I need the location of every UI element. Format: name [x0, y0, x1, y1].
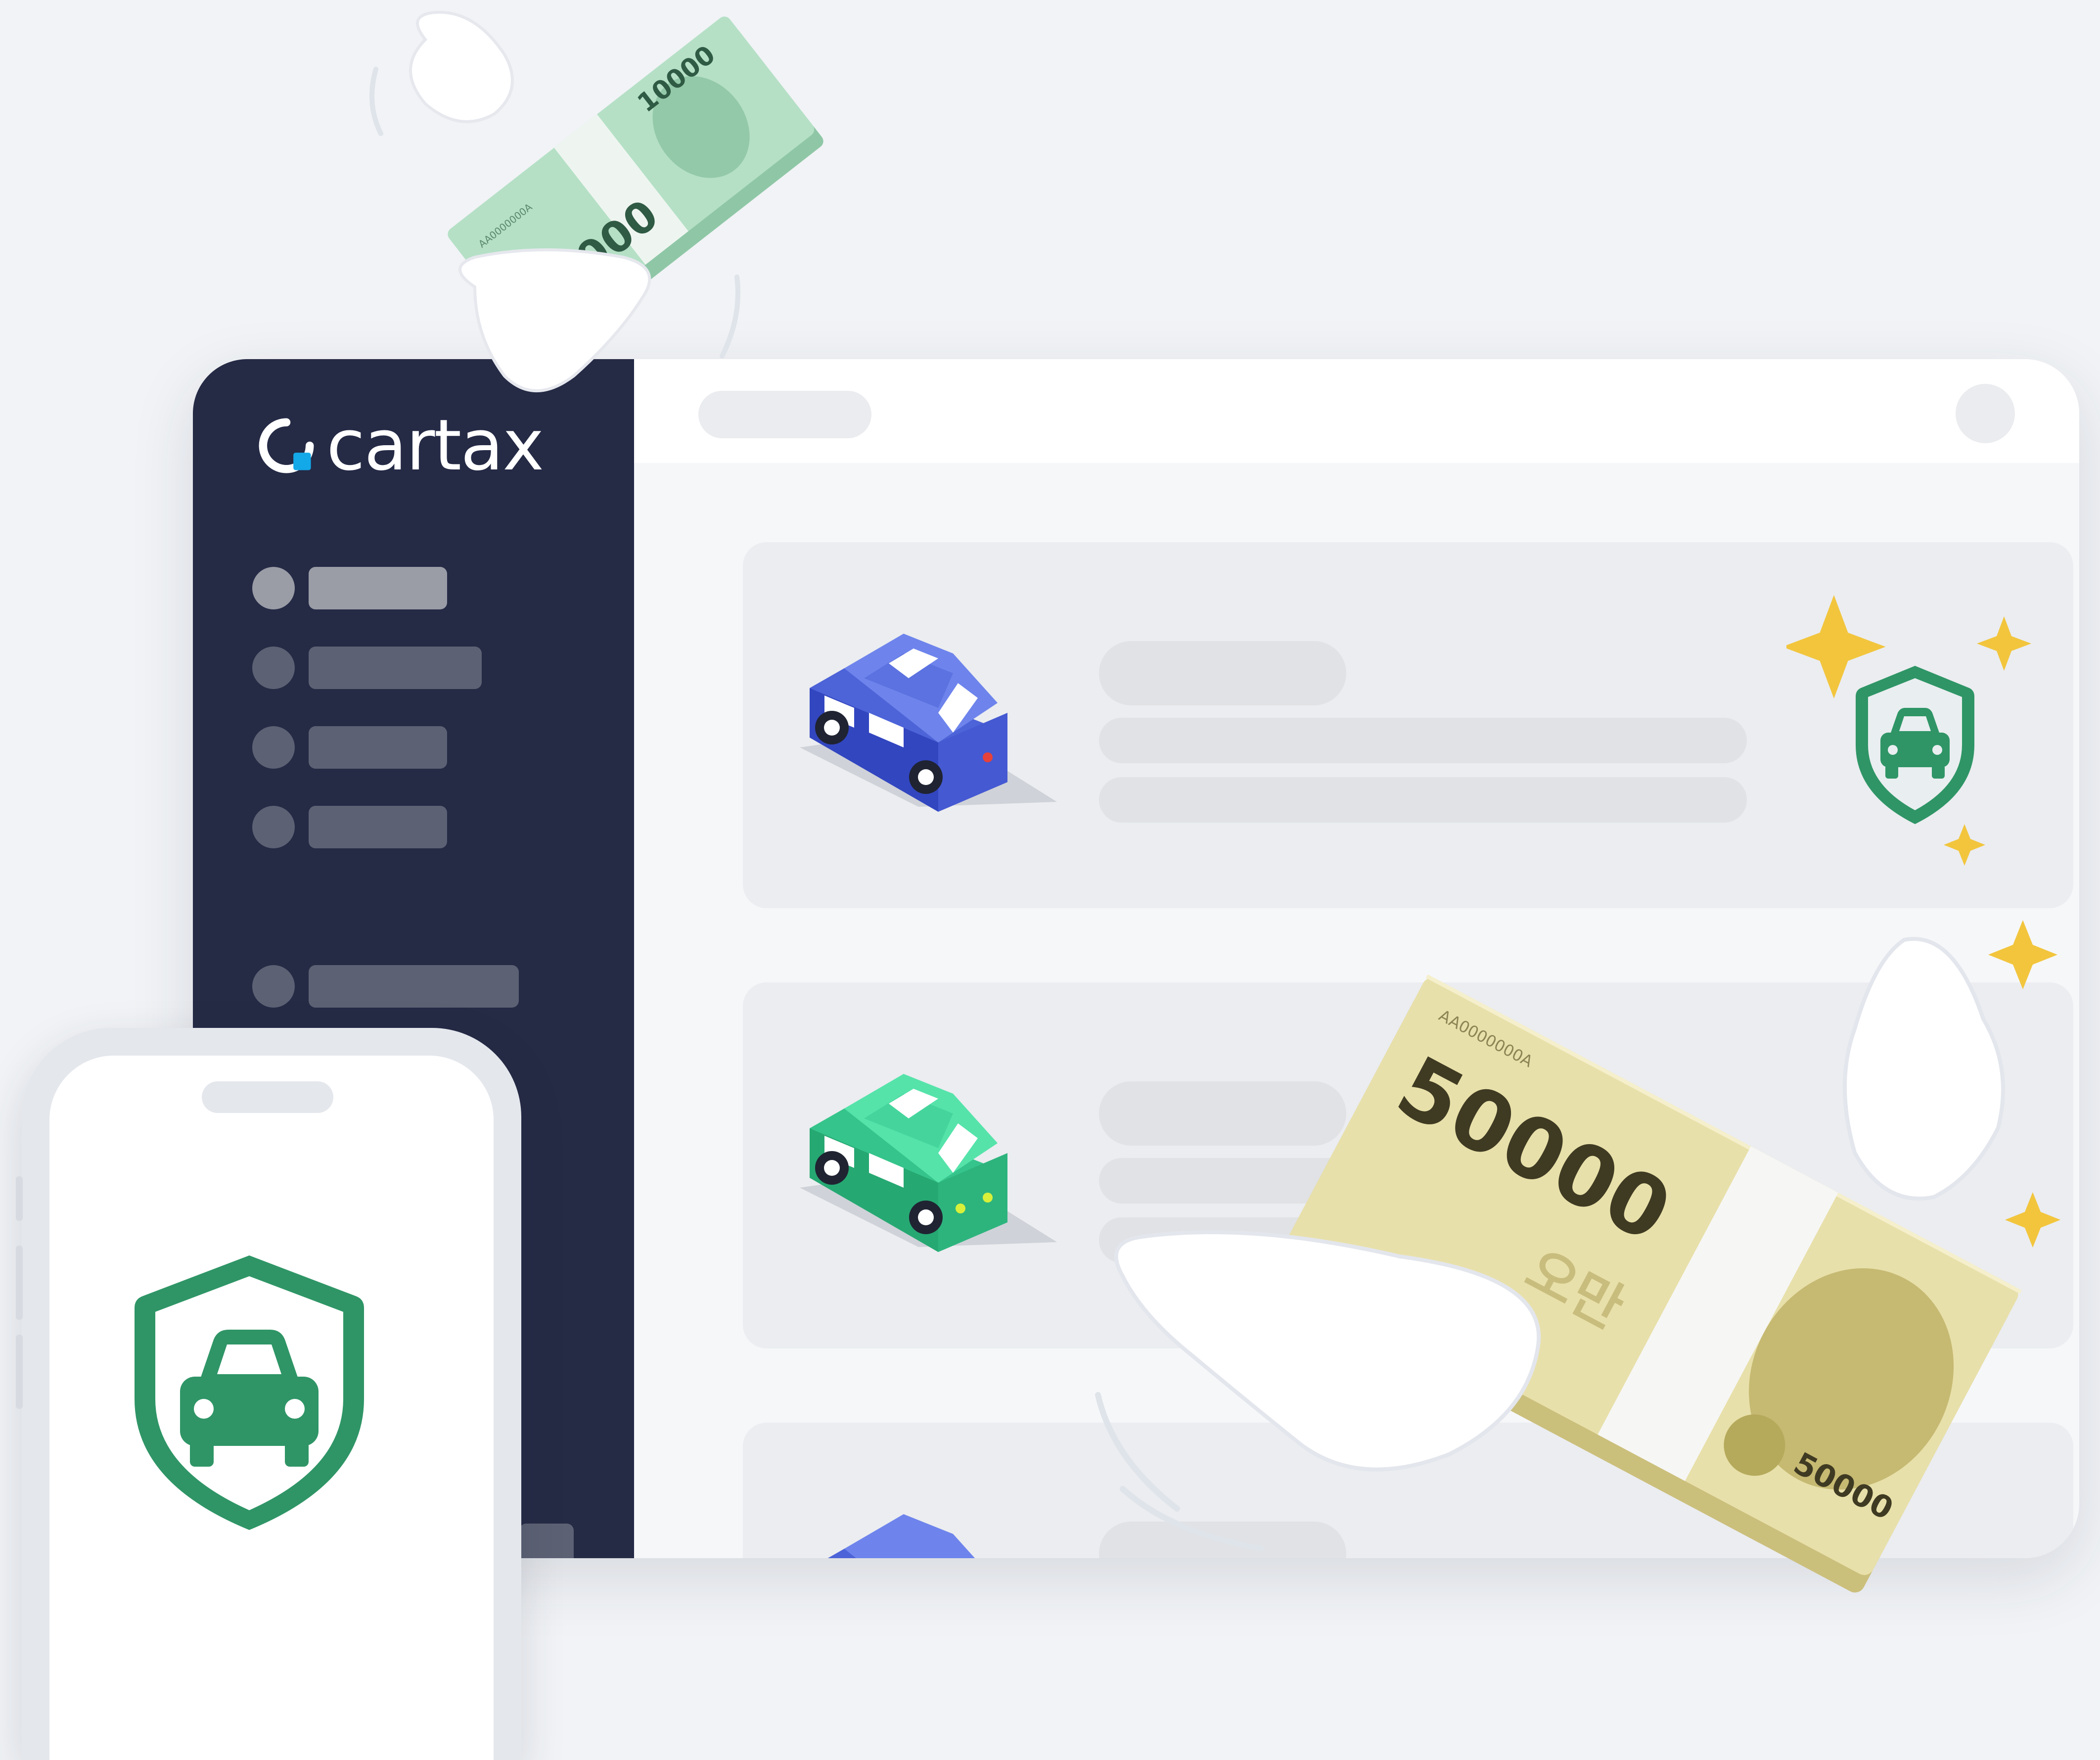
car-icon: [800, 634, 1057, 812]
car-shield-icon[interactable]: [131, 1251, 368, 1532]
menu-dot-icon: [252, 567, 295, 609]
car-icon: [800, 1074, 1057, 1252]
sidebar-item-5[interactable]: [252, 965, 519, 1008]
sidebar-item-2[interactable]: [252, 647, 482, 689]
car-icon: [827, 1514, 975, 1558]
car-shield-icon: [1786, 595, 2031, 866]
flying-banknote-50000: 50000 오만 50000 AA0000000A: [1095, 920, 2060, 1593]
phone-side-button: [16, 1176, 23, 1221]
sidebar-item-3[interactable]: [252, 726, 447, 769]
sidebar-item-label-placeholder: [309, 806, 447, 848]
card-title-placeholder: [1099, 641, 1346, 705]
cartax-logo-icon: [259, 418, 314, 473]
phone-mockup: [16, 1028, 521, 1760]
card-line-placeholder: [1099, 718, 1747, 763]
avatar[interactable]: [1956, 384, 2015, 443]
menu-dot-icon: [252, 647, 295, 689]
sidebar-item-label-placeholder: [309, 965, 519, 1008]
menu-dot-icon: [252, 965, 295, 1008]
sidebar-item-4[interactable]: [252, 806, 447, 848]
flying-banknote-10000: 10000 10000 AA0000000A: [369, 10, 823, 392]
phone-notch: [202, 1081, 333, 1113]
menu-dot-icon: [252, 806, 295, 848]
phone-side-button: [16, 1335, 23, 1409]
sidebar-item-1[interactable]: [252, 567, 447, 609]
brand-name: cartax: [326, 405, 544, 486]
sidebar-item-label-placeholder: [309, 726, 447, 769]
brand-logo[interactable]: cartax: [257, 405, 544, 486]
card-line-placeholder: [1099, 777, 1747, 823]
sidebar-footer-placeholder: [519, 1524, 574, 1558]
sidebar-item-label-placeholder: [309, 567, 447, 609]
vehicle-card-1[interactable]: [743, 542, 2073, 908]
phone-side-button: [16, 1246, 23, 1320]
menu-dot-icon: [252, 726, 295, 769]
sidebar-item-label-placeholder: [309, 647, 482, 689]
